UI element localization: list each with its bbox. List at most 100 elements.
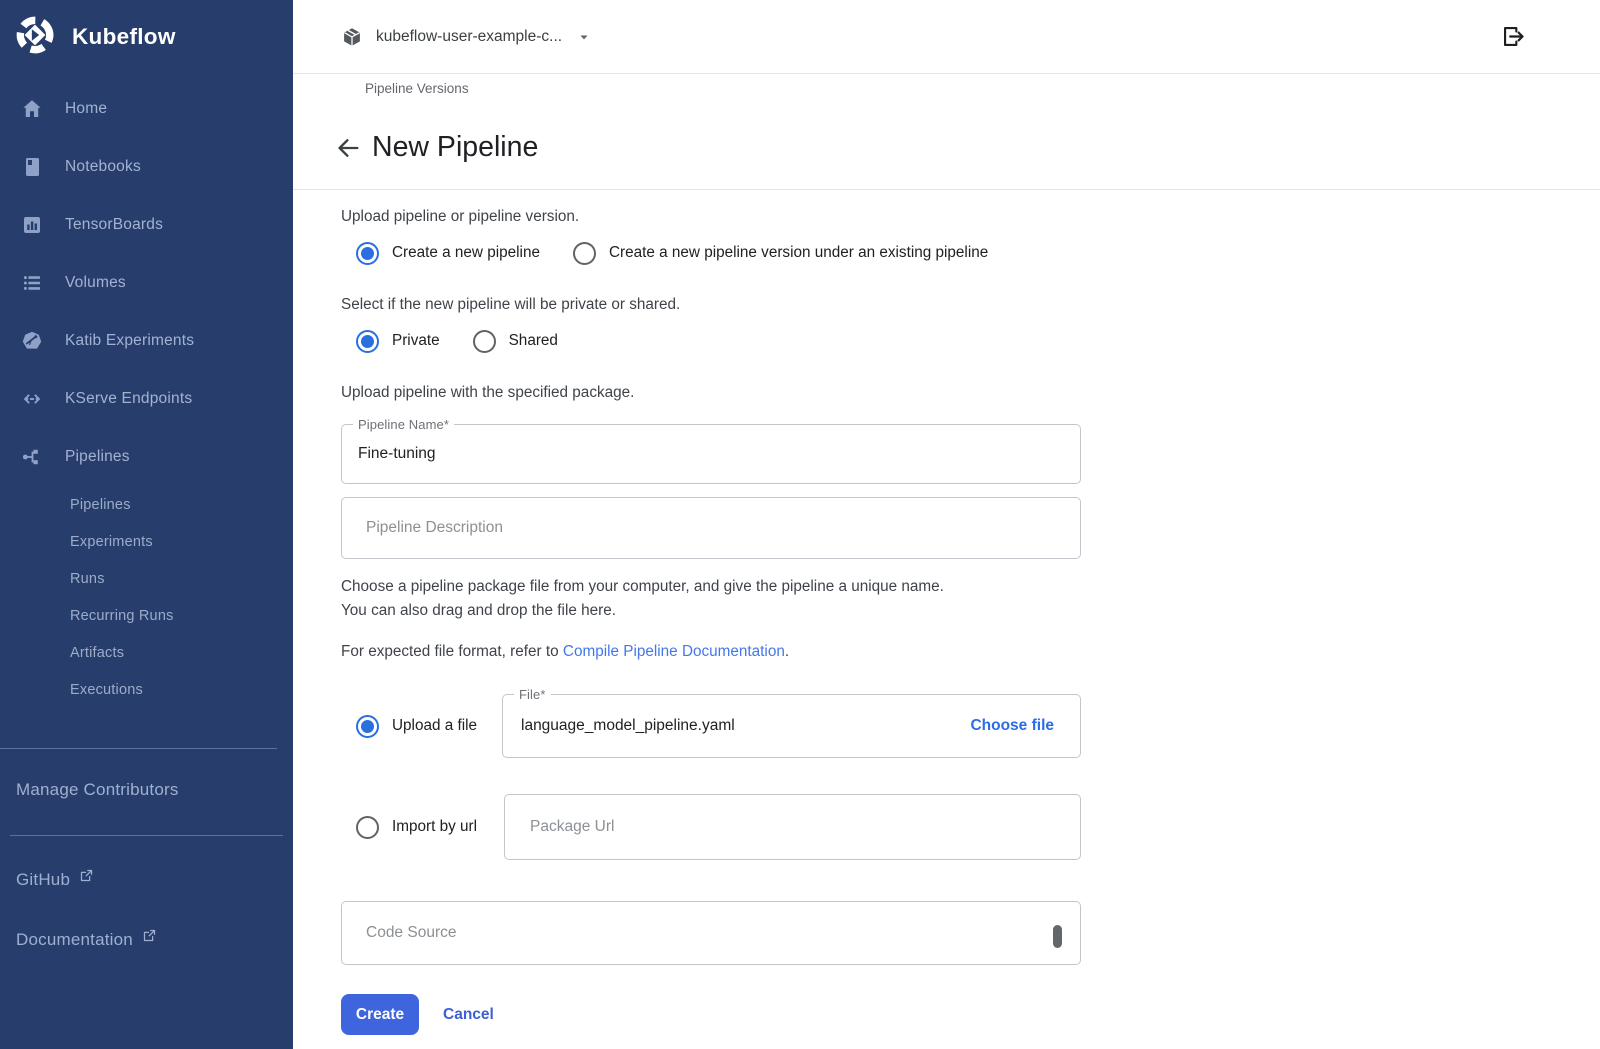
radio-create-new-version[interactable]	[573, 242, 596, 265]
notebook-icon	[20, 155, 44, 179]
sidebar-subitem-executions[interactable]: Executions	[0, 671, 293, 708]
sidebar-item-home[interactable]: Home	[0, 80, 293, 138]
sidebar-item-label: Pipelines	[65, 448, 130, 466]
code-source-input[interactable]	[342, 902, 1080, 964]
sidebar-item-volumes[interactable]: Volumes	[0, 254, 293, 312]
sidebar-item-label: KServe Endpoints	[65, 390, 192, 408]
file-format-line: For expected file format, refer to Compi…	[341, 643, 1081, 661]
radio-import-by-url-label[interactable]: Import by url	[392, 818, 477, 836]
file-field[interactable]: File* language_model_pipeline.yaml Choos…	[502, 694, 1081, 758]
package-url-field	[504, 794, 1081, 860]
upload-prompt: Upload pipeline or pipeline version.	[341, 207, 1081, 226]
sidebar-subitem-artifacts[interactable]: Artifacts	[0, 634, 293, 671]
radio-upload-file[interactable]	[356, 715, 379, 738]
kubeflow-logo	[14, 14, 56, 61]
sidebar-nav: Home Notebooks TensorBoards Volumes	[0, 80, 293, 708]
github-link[interactable]: GitHub	[0, 860, 293, 900]
radio-create-new-pipeline-label[interactable]: Create a new pipeline	[392, 244, 540, 262]
sidebar-item-katib-experiments[interactable]: Katib Experiments	[0, 312, 293, 370]
create-button[interactable]: Create	[341, 994, 419, 1035]
sidebar-subitem-label: Recurring Runs	[70, 608, 174, 624]
external-link-icon	[142, 928, 157, 943]
manage-contributors-label: Manage Contributors	[16, 780, 179, 800]
sidebar-item-notebooks[interactable]: Notebooks	[0, 138, 293, 196]
radio-upload-file-label[interactable]: Upload a file	[392, 717, 477, 735]
help-line-2: You can also drag and drop the file here…	[341, 599, 1081, 623]
radio-create-new-version-label[interactable]: Create a new pipeline version under an e…	[609, 244, 988, 262]
radio-private[interactable]	[356, 330, 379, 353]
file-field-label: File*	[514, 687, 551, 702]
sidebar-item-kserve-endpoints[interactable]: KServe Endpoints	[0, 370, 293, 428]
namespace-name: kubeflow-user-example-c...	[376, 28, 562, 46]
choose-file-button[interactable]: Choose file	[970, 717, 1054, 735]
pipeline-name-field: Pipeline Name*	[341, 424, 1081, 484]
radio-private-label[interactable]: Private	[392, 332, 440, 350]
documentation-link[interactable]: Documentation	[0, 920, 293, 960]
logo-text: Kubeflow	[72, 24, 176, 50]
package-prompt: Upload pipeline with the specified packa…	[341, 383, 1081, 402]
format-suffix: .	[785, 643, 789, 660]
sidebar-divider	[0, 748, 277, 749]
home-icon	[20, 97, 44, 121]
sidebar-item-label: Volumes	[65, 274, 126, 292]
radio-create-new-pipeline[interactable]	[356, 242, 379, 265]
cancel-button[interactable]: Cancel	[443, 1006, 494, 1024]
code-source-field	[341, 901, 1081, 965]
format-prefix: For expected file format, refer to	[341, 643, 563, 660]
namespace-selector[interactable]: kubeflow-user-example-c...	[341, 26, 591, 48]
package-url-input[interactable]	[505, 795, 1080, 859]
breadcrumb: Pipeline Versions	[365, 81, 1600, 97]
storage-list-icon	[20, 271, 44, 295]
new-pipeline-form: Upload pipeline or pipeline version. Cre…	[293, 190, 1081, 1035]
sidebar-subitem-runs[interactable]: Runs	[0, 560, 293, 597]
external-link-icon	[79, 868, 94, 883]
sidebar-item-pipelines[interactable]: Pipelines	[0, 428, 293, 486]
import-url-row: Import by url	[341, 794, 1081, 860]
sidebar-item-label: Katib Experiments	[65, 332, 194, 350]
documentation-label: Documentation	[16, 930, 133, 950]
sidebar-subitem-label: Executions	[70, 682, 143, 698]
upload-file-row: Upload a file File* language_model_pipel…	[341, 694, 1081, 758]
pipeline-type-radio-row: Create a new pipeline Create a new pipel…	[341, 241, 1081, 265]
package-cube-icon	[341, 26, 363, 48]
radio-shared-label[interactable]: Shared	[509, 332, 558, 350]
sidebar-subitem-experiments[interactable]: Experiments	[0, 523, 293, 560]
back-button[interactable]	[334, 134, 362, 162]
bar-chart-icon	[20, 213, 44, 237]
sidebar-subitem-pipelines[interactable]: Pipelines	[0, 486, 293, 523]
logout-button[interactable]	[1500, 23, 1527, 50]
chevron-down-icon	[577, 30, 591, 44]
experiment-badge-icon	[20, 329, 44, 353]
pipeline-graph-icon	[20, 445, 44, 469]
pipeline-name-input[interactable]	[342, 425, 1080, 483]
scrollbar-thumb[interactable]	[1053, 925, 1062, 948]
file-name-value: language_model_pipeline.yaml	[521, 717, 970, 735]
sidebar-subitem-label: Runs	[70, 571, 105, 587]
topbar: kubeflow-user-example-c...	[293, 0, 1600, 74]
radio-import-by-url[interactable]	[356, 816, 379, 839]
sidebar-divider	[10, 835, 283, 836]
sidebar: Kubeflow Home Notebooks TensorBoards	[0, 0, 293, 1049]
pipeline-name-label: Pipeline Name*	[353, 417, 454, 432]
help-line-1: Choose a pipeline package file from your…	[341, 575, 1081, 599]
sidebar-item-label: Home	[65, 100, 107, 118]
visibility-prompt: Select if the new pipeline will be priva…	[341, 295, 1081, 314]
sidebar-item-tensorboards[interactable]: TensorBoards	[0, 196, 293, 254]
sidebar-subitem-label: Experiments	[70, 534, 153, 550]
page-title: New Pipeline	[372, 131, 538, 164]
pipeline-description-input[interactable]	[342, 498, 1080, 558]
radio-shared[interactable]	[473, 330, 496, 353]
sidebar-subitem-recurring-runs[interactable]: Recurring Runs	[0, 597, 293, 634]
sidebar-item-label: Notebooks	[65, 158, 141, 176]
compile-pipeline-documentation-link[interactable]: Compile Pipeline Documentation	[563, 643, 785, 660]
sidebar-subitem-label: Pipelines	[70, 497, 131, 513]
visibility-radio-row: Private Shared	[341, 329, 1081, 353]
back-arrow-icon	[334, 150, 362, 165]
code-arrows-icon	[20, 387, 44, 411]
logout-icon	[1500, 38, 1527, 53]
package-help-text: Choose a pipeline package file from your…	[341, 575, 1081, 623]
kubeflow-logo-home-link[interactable]: Kubeflow	[0, 0, 293, 58]
manage-contributors-link[interactable]: Manage Contributors	[0, 775, 293, 805]
pipeline-description-field	[341, 497, 1081, 559]
main-area: kubeflow-user-example-c... Pipeline Vers…	[293, 0, 1600, 1049]
